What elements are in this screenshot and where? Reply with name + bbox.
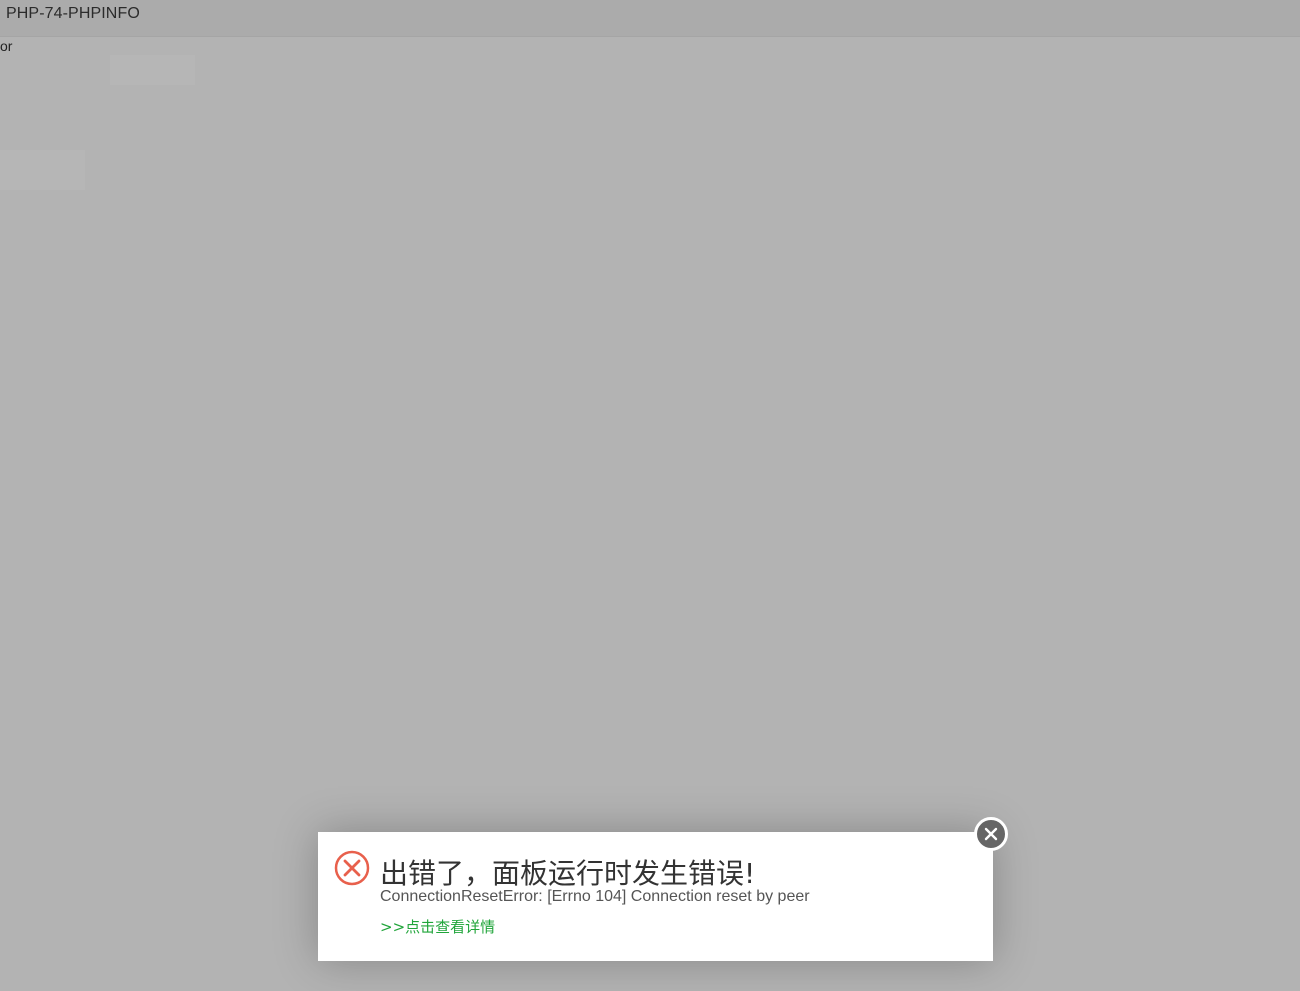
window-title: PHP-74-PHPINFO [6,5,140,22]
close-dialog-button[interactable] [974,817,1008,851]
view-details-link[interactable]: >>点击查看详情 [380,916,495,937]
background-panel [110,55,195,85]
error-message: ConnectionResetError: [Errno 104] Connec… [380,888,810,905]
close-icon [984,827,998,841]
truncated-label: or [0,38,13,54]
error-dialog: 出错了，面板运行时发生错误! ConnectionResetError: [Er… [318,832,993,961]
error-title: 出错了，面板运行时发生错误! [380,857,756,890]
title-bar: PHP-74-PHPINFO [0,0,1300,37]
page: PHP-74-PHPINFO or 出错了，面板运行时发生错误! Connect… [0,0,1300,991]
error-circle-x-icon [334,850,370,886]
background-panel [0,150,85,190]
